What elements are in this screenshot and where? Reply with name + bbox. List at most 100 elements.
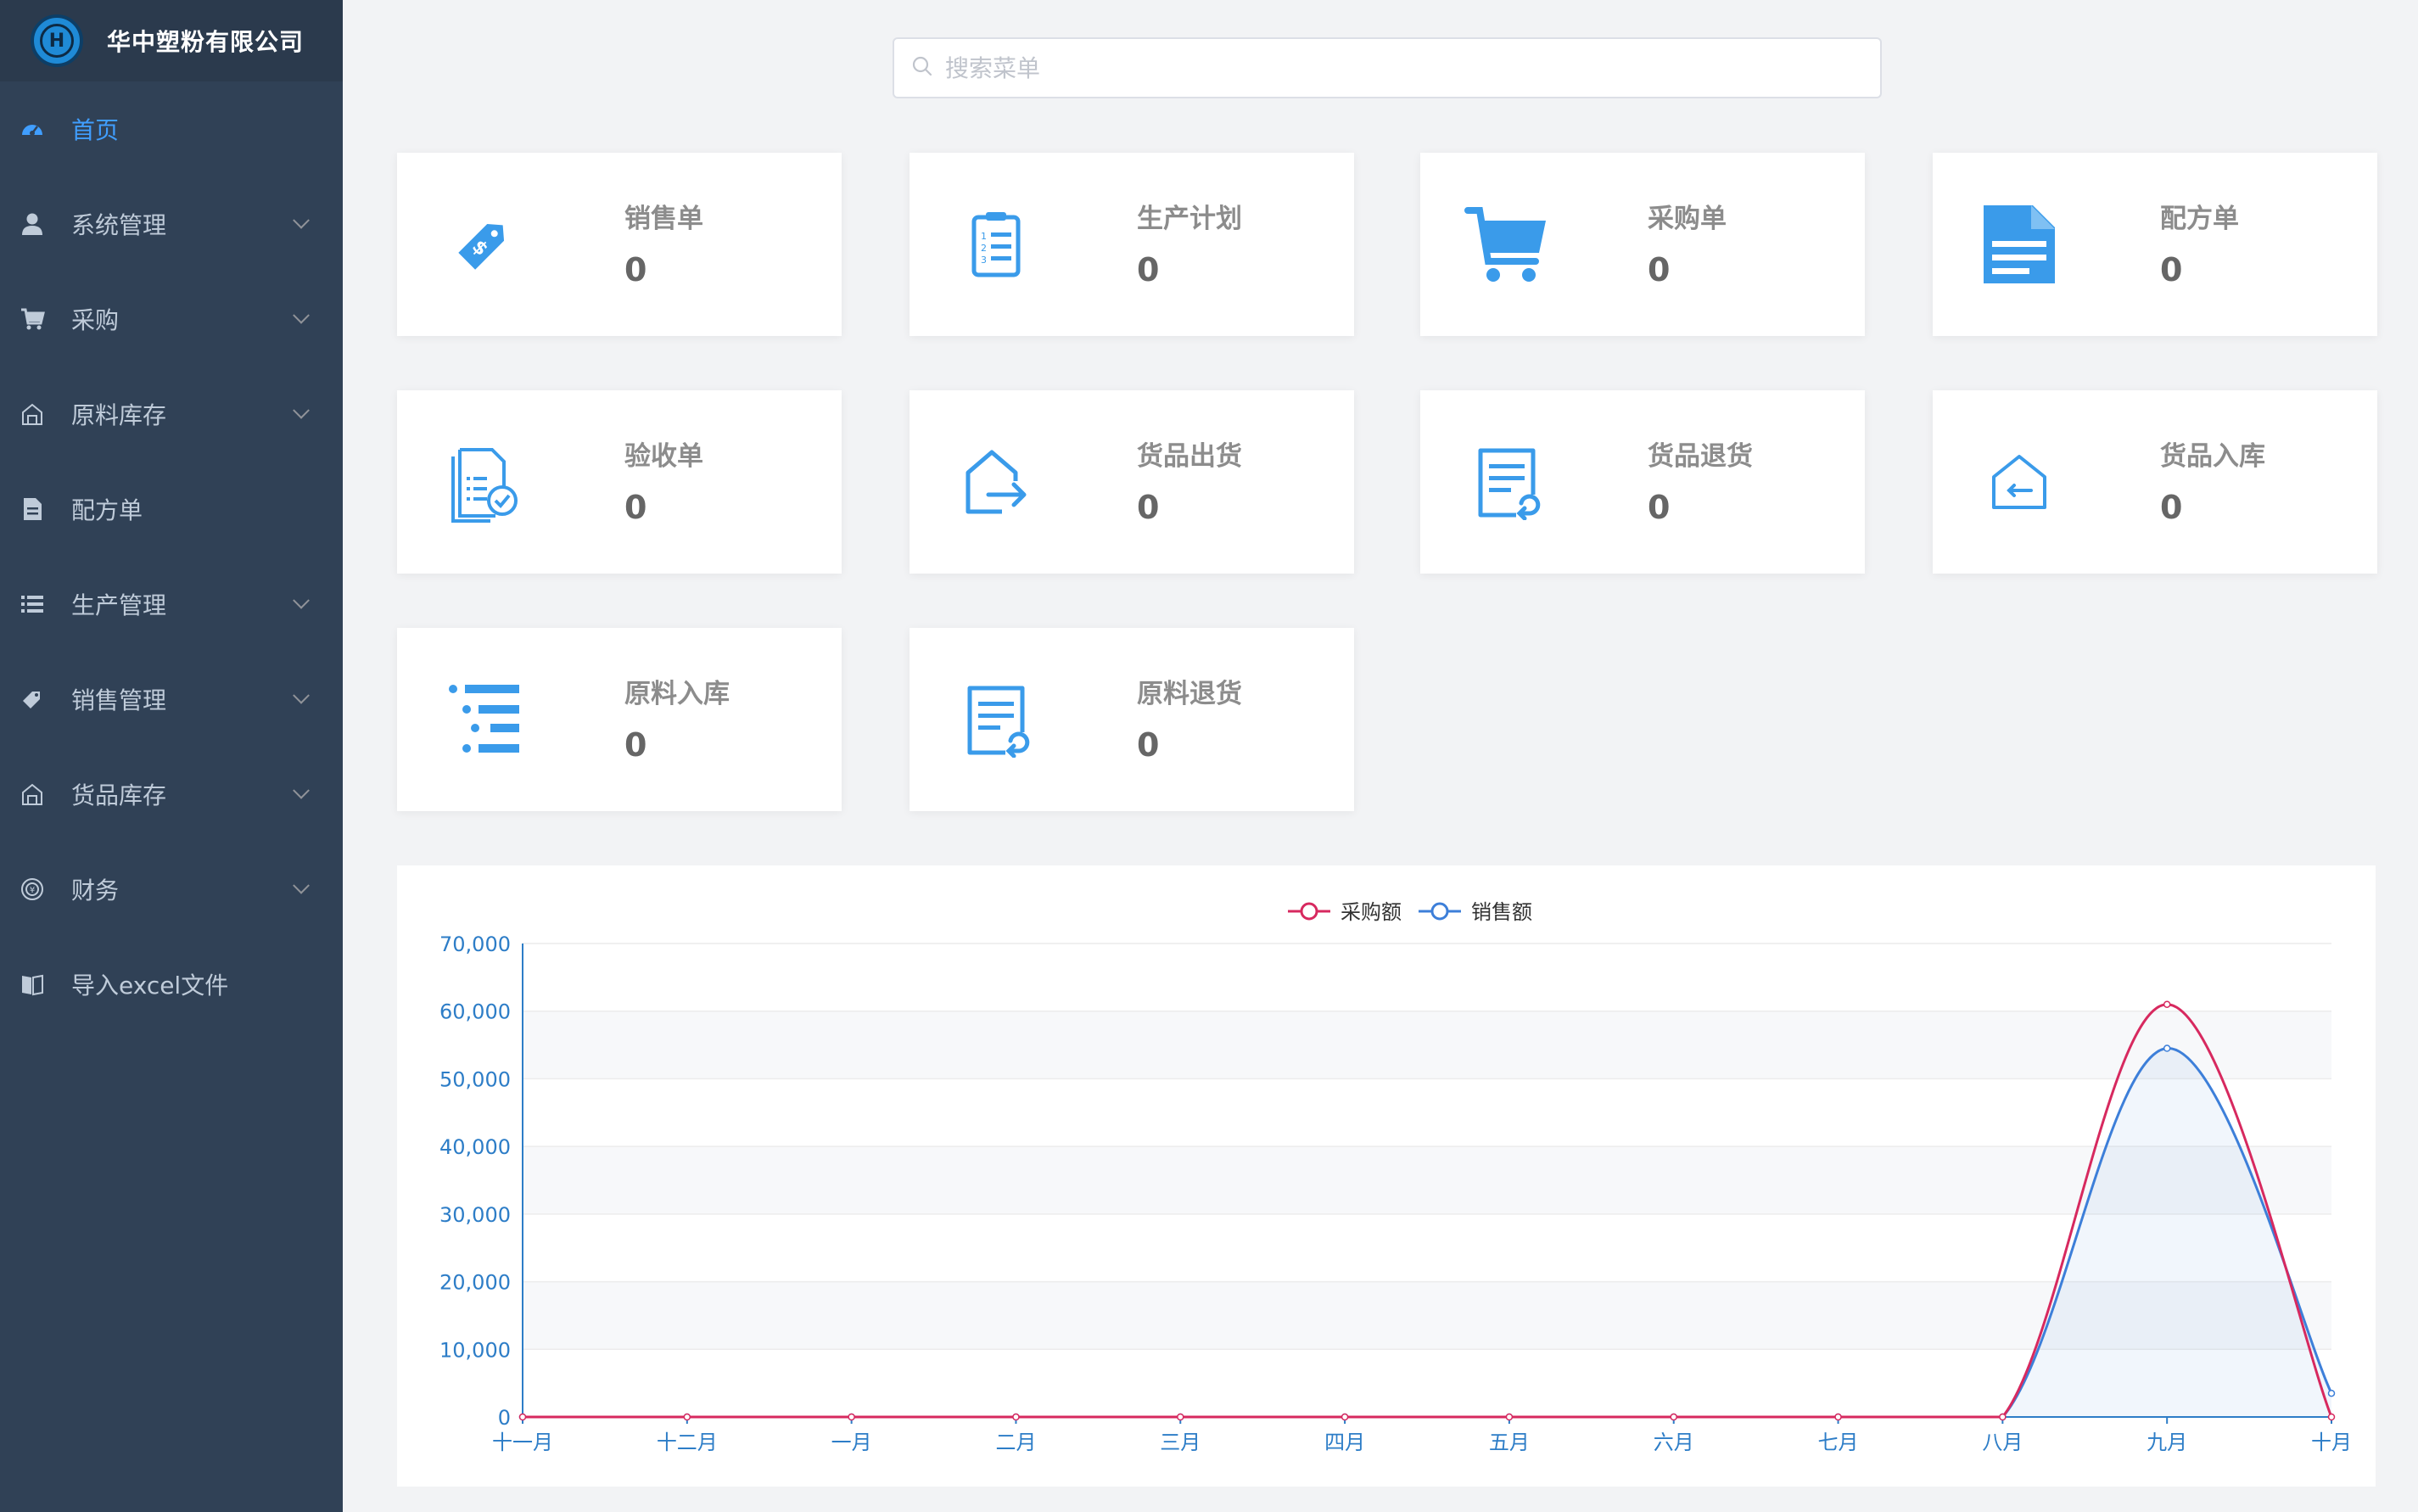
stat-card[interactable]: 原料入库 0 [397, 628, 842, 811]
stat-card[interactable]: 原料退货 0 [910, 628, 1354, 811]
svg-text:3: 3 [981, 255, 987, 266]
stat-card-title: 配方单 [2160, 204, 2239, 234]
chevron-down-icon [293, 401, 310, 419]
stat-card-value: 0 [1648, 251, 1671, 288]
data-point [518, 1413, 527, 1421]
svg-text:2: 2 [981, 243, 987, 254]
data-point [848, 1413, 855, 1421]
x-tick-label: 八月 [1982, 1431, 2023, 1454]
cart-icon [19, 305, 46, 333]
sidebar-item[interactable]: 货品库存 [0, 747, 343, 842]
sidebar-menu: 首页系统管理采购原料库存配方单生产管理销售管理货品库存 ¥ 财务导入excel文件 [0, 81, 343, 1032]
stat-card[interactable]: 货品出货 0 [910, 390, 1354, 574]
stat-card-value: 0 [624, 726, 647, 764]
legend-swatch-marker [1300, 902, 1318, 921]
company-name: 华中塑粉有限公司 [107, 28, 305, 56]
chevron-down-icon [293, 686, 310, 704]
stat-card-title: 销售单 [624, 204, 703, 234]
search-box[interactable] [893, 37, 1882, 98]
sidebar-item[interactable]: 销售管理 [0, 652, 343, 747]
sidebar-item[interactable]: 配方单 [0, 462, 343, 557]
x-tick-label: 二月 [995, 1431, 1036, 1454]
sidebar-item-label: 货品库存 [71, 781, 167, 809]
sidebar-item-label: 首页 [71, 116, 120, 144]
x-tick-label: 七月 [1818, 1431, 1859, 1454]
stat-card-title: 原料退货 [1137, 679, 1242, 709]
list-indent-icon [441, 677, 526, 762]
data-point [1999, 1413, 2007, 1421]
warehouse-icon [19, 400, 46, 428]
user-icon [19, 210, 46, 238]
stat-card[interactable]: 货品退货 0 [1420, 390, 1865, 574]
data-point [1177, 1413, 1184, 1421]
document-icon [1977, 202, 2062, 287]
y-tick-label: 30,000 [439, 1203, 511, 1227]
price-tag-icon: $ [441, 202, 526, 287]
svg-text:¥: ¥ [30, 886, 35, 895]
chevron-down-icon [293, 211, 310, 229]
data-point [2163, 1044, 2171, 1052]
sidebar-item-label: 采购 [71, 306, 120, 334]
sidebar-item-label: 导入excel文件 [71, 972, 229, 1000]
sidebar-item[interactable]: ¥ 财务 [0, 842, 343, 937]
stat-card[interactable]: 验收单 0 [397, 390, 842, 574]
data-point [2327, 1413, 2336, 1421]
x-tick-label: 十月 [2311, 1431, 2352, 1454]
sidebar-item[interactable]: 生产管理 [0, 557, 343, 652]
stat-card-title: 采购单 [1648, 204, 1727, 234]
brand-header: H 华中塑粉有限公司 [0, 0, 343, 81]
document-return-icon [1464, 440, 1549, 524]
sidebar-item[interactable]: 采购 [0, 272, 343, 367]
chevron-down-icon [293, 591, 310, 609]
sidebar-item[interactable]: 系统管理 [0, 176, 343, 272]
stat-card-title: 货品出货 [1137, 441, 1242, 472]
stat-card-value: 0 [624, 489, 647, 526]
stat-card-title: 生产计划 [1137, 204, 1242, 234]
legend-label: 采购额 [1341, 900, 1402, 924]
stat-card-value: 0 [1137, 726, 1160, 764]
chart-panel: 0 10,000 20,000 30,000 40,000 50,000 60,000 70,… [397, 865, 2376, 1487]
legend-label: 销售额 [1471, 900, 1532, 924]
data-point [1012, 1413, 1020, 1421]
house-import-icon [1977, 440, 2062, 524]
x-tick-label: 十一月 [492, 1431, 553, 1454]
stat-card[interactable]: 采购单 0 [1420, 153, 1865, 336]
data-point [2327, 1389, 2336, 1397]
sidebar-item-label: 生产管理 [71, 591, 167, 619]
stat-card-value: 0 [2160, 251, 2183, 288]
data-point [1505, 1413, 1514, 1421]
warehouse-icon [19, 781, 46, 808]
stat-card-title: 货品退货 [1648, 441, 1753, 472]
sidebar-item[interactable]: 导入excel文件 [0, 937, 343, 1032]
grid-band [523, 1146, 2331, 1214]
sidebar-item[interactable]: 首页 [0, 81, 343, 176]
stat-card-value: 0 [624, 251, 647, 288]
chevron-down-icon [293, 876, 310, 894]
x-tick-label: 四月 [1324, 1431, 1365, 1454]
dashboard-icon [19, 115, 46, 143]
line-chart: 0 10,000 20,000 30,000 40,000 50,000 60,000 70,… [439, 900, 2352, 1454]
list-icon [19, 591, 46, 618]
stat-card[interactable]: 配方单 0 [1933, 153, 2377, 336]
sidebar-item-label: 配方单 [71, 496, 143, 524]
stat-card-title: 验收单 [624, 441, 703, 472]
x-tick-label: 十二月 [657, 1431, 718, 1454]
search-icon [911, 55, 933, 81]
svg-text:1: 1 [981, 231, 987, 242]
y-tick-label: 10,000 [439, 1338, 511, 1362]
chevron-down-icon [293, 781, 310, 799]
grid-band [523, 1011, 2331, 1079]
stat-card[interactable]: 1 2 3 生产计划 0 [910, 153, 1354, 336]
stat-card[interactable]: $ 销售单 0 [397, 153, 842, 336]
sidebar-item-label: 财务 [71, 876, 120, 904]
x-tick-label: 三月 [1160, 1431, 1201, 1454]
sidebar-item[interactable]: 原料库存 [0, 367, 343, 462]
data-point [683, 1413, 691, 1421]
y-tick-label: 70,000 [439, 932, 511, 956]
data-point [2163, 1000, 2171, 1008]
search-input[interactable] [945, 53, 1794, 82]
series-area [523, 1048, 2331, 1417]
stat-card-title: 货品入库 [2160, 441, 2265, 472]
y-tick-label: 0 [498, 1406, 511, 1430]
stat-card[interactable]: 货品入库 0 [1933, 390, 2377, 574]
